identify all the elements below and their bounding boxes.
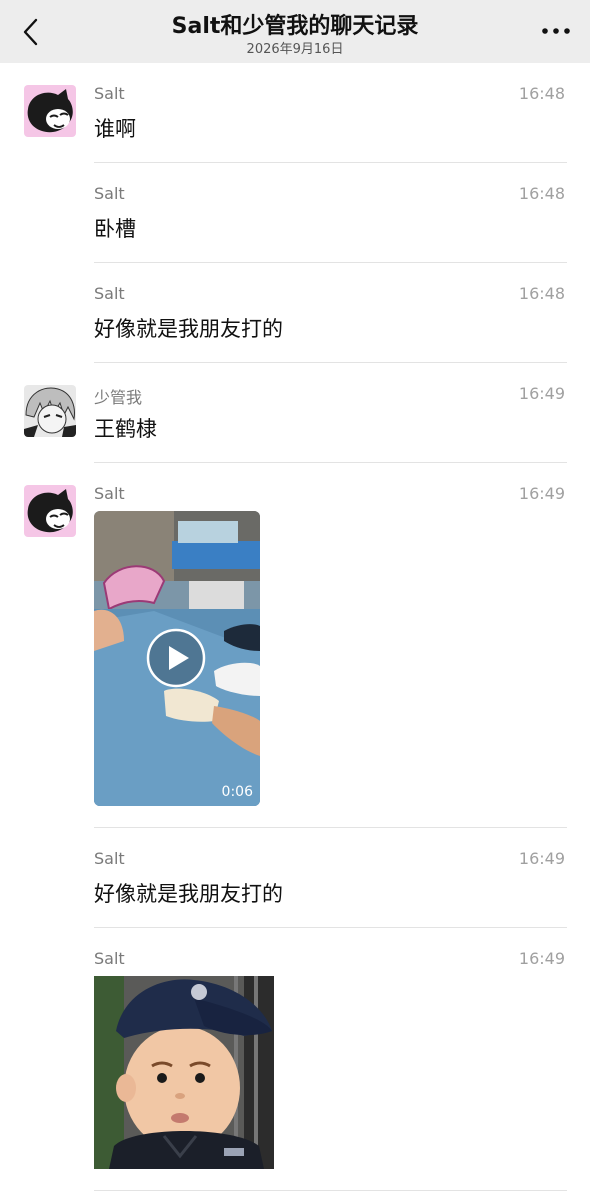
message-divider (94, 462, 567, 463)
message-text[interactable]: 好像就是我朋友打的 (94, 878, 283, 908)
message-text[interactable]: 谁啊 (94, 113, 136, 143)
salt-avatar[interactable] (24, 485, 76, 537)
message-divider (94, 927, 567, 928)
message-time: 16:48 (518, 184, 565, 203)
message-text[interactable]: 卧槽 (94, 213, 136, 243)
video-duration: 0:06 (221, 784, 253, 800)
message-time: 16:49 (518, 384, 565, 403)
shaoguanwo-avatar[interactable] (24, 385, 76, 437)
cartoon-cat-avatar-icon (24, 485, 76, 537)
message-sender: Salt (94, 84, 125, 103)
message-divider (94, 262, 567, 263)
message-time: 16:48 (518, 84, 565, 103)
more-button[interactable] (536, 16, 576, 46)
message-text[interactable]: 王鹤棣 (94, 413, 157, 443)
message-sender: Salt (94, 849, 125, 868)
more-dots-icon (542, 28, 570, 34)
message-divider (94, 162, 567, 163)
message-sender: Salt (94, 184, 125, 203)
cartoon-cat-avatar-icon (24, 85, 76, 137)
message-time: 16:48 (518, 284, 565, 303)
message-time: 16:49 (518, 484, 565, 503)
message-divider (94, 362, 567, 363)
message-divider (94, 827, 567, 828)
salt-avatar[interactable] (24, 85, 76, 137)
message-sender: 少管我 (94, 388, 143, 407)
sticker-message[interactable] (94, 976, 274, 1169)
message-sender: Salt (94, 949, 125, 968)
baby-police-cap-sticker (94, 976, 274, 1169)
message-time: 16:49 (518, 949, 565, 968)
message-text[interactable]: 好像就是我朋友打的 (94, 313, 283, 343)
chat-date: 2026年9月16日 (246, 42, 344, 57)
message-divider (94, 1190, 567, 1191)
message-sender: Salt (94, 284, 125, 303)
message-sender: Salt (94, 484, 125, 503)
page-title: Salt和少管我的聊天记录 (171, 14, 419, 39)
anime-boy-avatar-icon (24, 385, 76, 437)
video-thumbnail (94, 511, 260, 806)
chat-header: Salt和少管我的聊天记录 2026年9月16日 (0, 0, 590, 63)
video-message[interactable]: 0:06 (94, 511, 260, 806)
message-time: 16:49 (518, 849, 565, 868)
